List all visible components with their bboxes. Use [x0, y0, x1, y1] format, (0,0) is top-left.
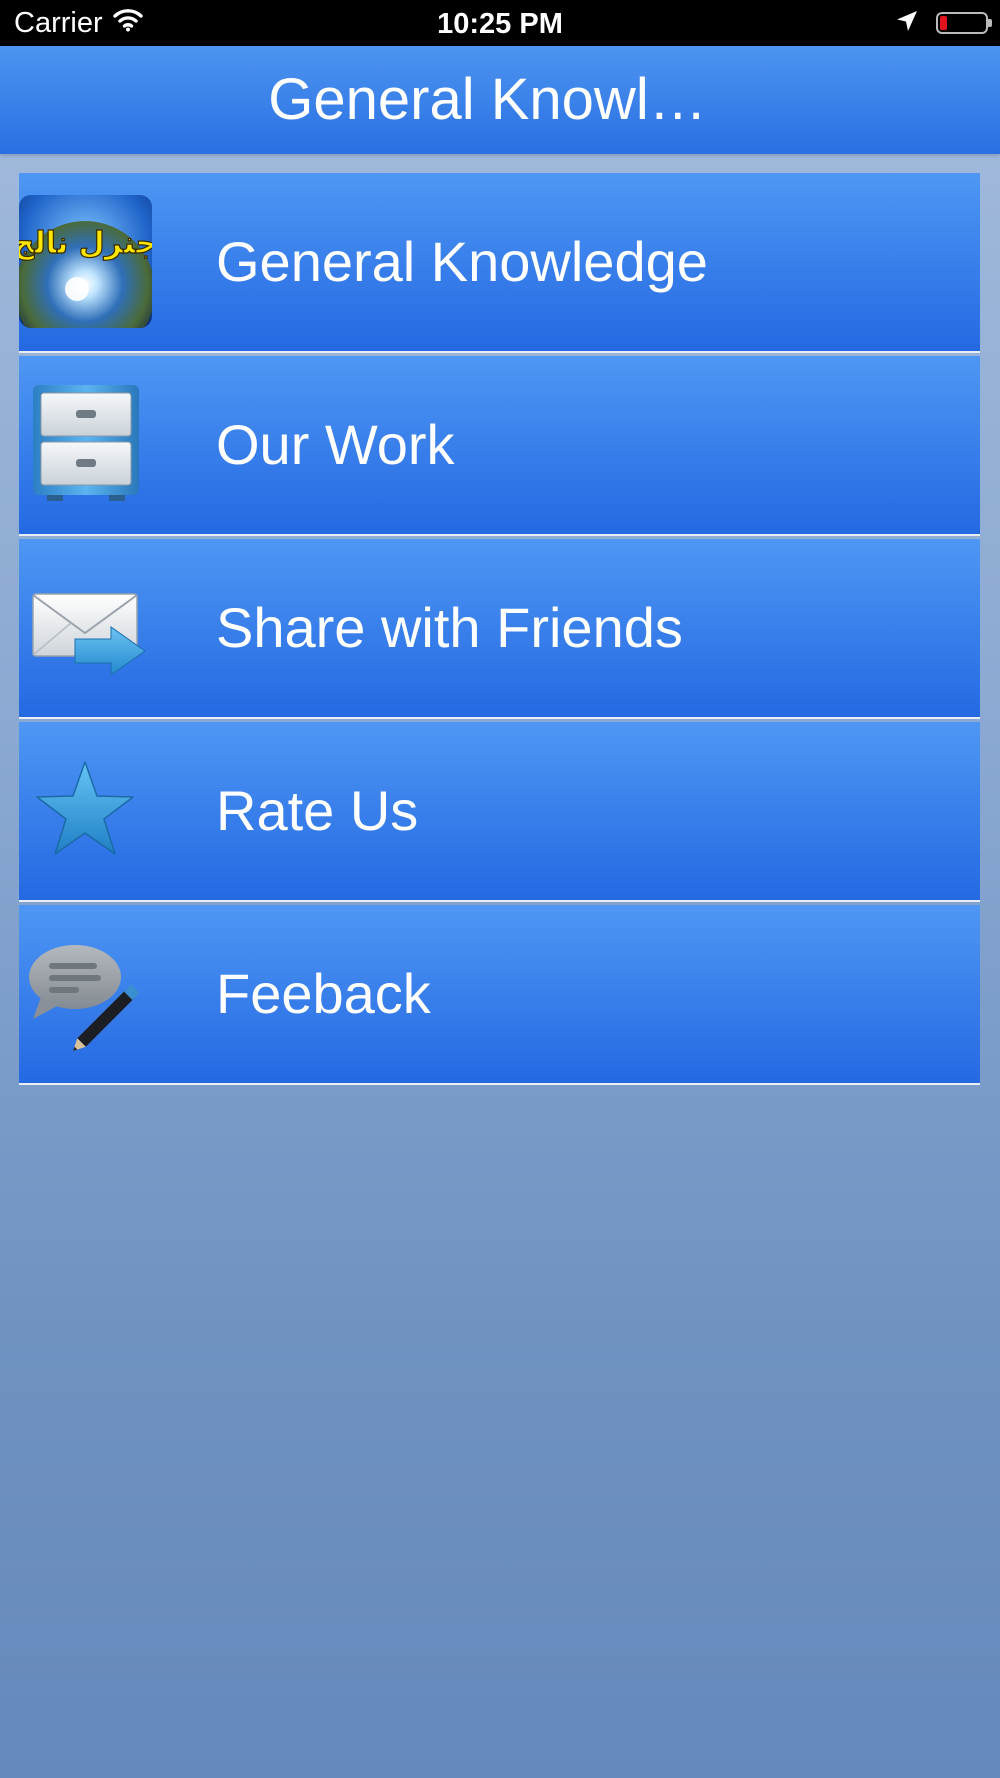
menu-item-feedback[interactable]: Feeback — [19, 905, 980, 1085]
app-logo-icon: جنرل نالج — [19, 195, 152, 328]
menu-item-rate-us[interactable]: Rate Us — [19, 722, 980, 902]
status-time: 10:25 PM — [437, 8, 563, 40]
nav-title: General Knowl… — [268, 67, 707, 132]
app-logo-text: جنرل نالج — [19, 226, 152, 261]
menu-item-label: General Knowledge — [216, 230, 708, 293]
status-right — [896, 0, 992, 46]
menu-list: جنرل نالج General Knowledge Our Work Sha… — [19, 173, 980, 1085]
navigation-bar: General Knowl… — [0, 46, 1000, 154]
menu-item-label: Feeback — [216, 962, 431, 1025]
status-bar: Carrier 10:25 PM — [0, 0, 1000, 46]
menu-item-label: Our Work — [216, 413, 455, 476]
menu-item-our-work[interactable]: Our Work — [19, 356, 980, 536]
battery-level-fill — [940, 16, 947, 30]
menu-item-label: Rate Us — [216, 779, 419, 842]
speech-bubble-pencil-icon — [19, 927, 152, 1060]
file-cabinet-icon — [19, 378, 152, 511]
battery-icon — [936, 12, 992, 34]
star-icon — [19, 744, 152, 877]
menu-item-label: Share with Friends — [216, 596, 683, 659]
menu-item-general-knowledge[interactable]: جنرل نالج General Knowledge — [19, 173, 980, 353]
location-arrow-icon — [896, 10, 918, 37]
menu-item-share-with-friends[interactable]: Share with Friends — [19, 539, 980, 719]
envelope-share-icon — [19, 561, 152, 694]
